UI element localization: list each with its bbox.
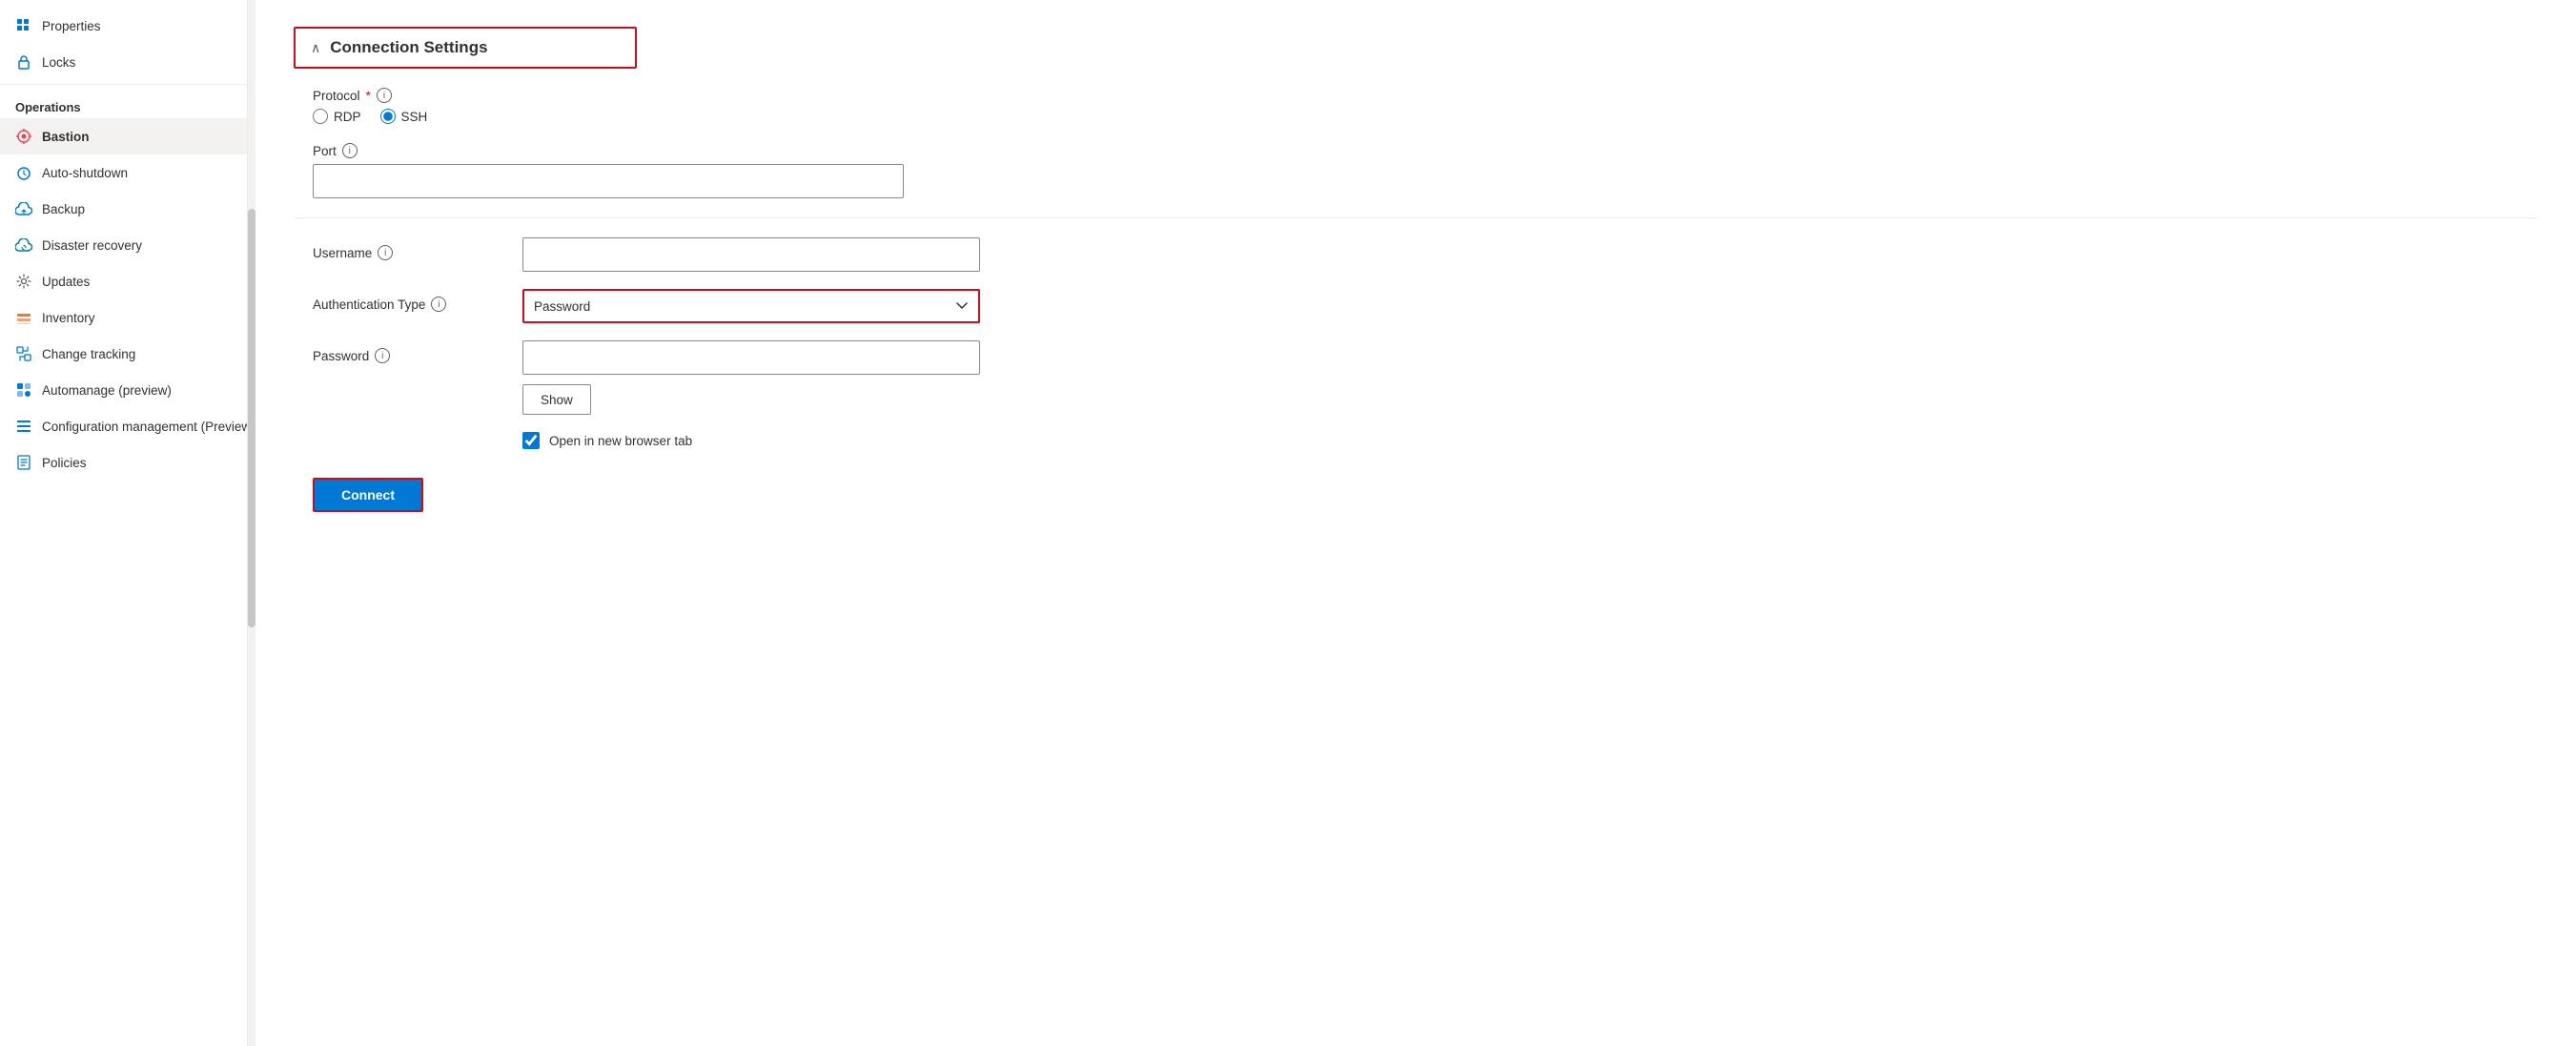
grid-icon [15, 17, 32, 34]
sidebar-item-label: Configuration management (Preview) [42, 420, 248, 434]
auth-type-info-icon[interactable]: i [431, 297, 446, 312]
cloud-backup-icon [15, 200, 32, 217]
target-icon [15, 128, 32, 145]
gear-icon [15, 273, 32, 290]
rdp-radio[interactable] [313, 109, 328, 124]
sidebar-item-label: Inventory [42, 311, 95, 325]
username-input[interactable] [522, 237, 980, 272]
username-field [522, 237, 980, 272]
protocol-radio-group: RDP SSH [313, 109, 2538, 124]
sidebar-item-label: Properties [42, 19, 101, 33]
rdp-radio-option[interactable]: RDP [313, 109, 361, 124]
required-star: * [366, 88, 371, 103]
open-new-tab-row: Open in new browser tab [522, 432, 2538, 449]
password-field: Show [522, 340, 980, 415]
sidebar-item-properties[interactable]: Properties [0, 8, 247, 44]
username-label: Username i [313, 237, 503, 260]
ssh-radio[interactable] [380, 109, 396, 124]
clock-icon [15, 164, 32, 181]
sidebar-item-policies[interactable]: Policies [0, 444, 247, 481]
section-title: Connection Settings [330, 38, 487, 57]
open-new-tab-checkbox[interactable] [522, 432, 540, 449]
password-label: Password i [313, 340, 503, 363]
port-info-icon[interactable]: i [342, 143, 358, 158]
show-password-button[interactable]: Show [522, 384, 591, 415]
protocol-label: Protocol * i [313, 88, 2538, 103]
change-icon [15, 345, 32, 362]
sidebar-item-label: Updates [42, 275, 90, 289]
connect-button-area: Connect [294, 449, 2538, 512]
sidebar-item-auto-shutdown[interactable]: Auto-shutdown [0, 154, 247, 191]
sidebar-item-label: Bastion [42, 130, 90, 144]
sidebar-item-label: Locks [42, 55, 75, 70]
collapse-chevron-icon: ∧ [311, 40, 320, 56]
inventory-icon [15, 309, 32, 326]
sidebar-item-locks[interactable]: Locks [0, 44, 247, 80]
ssh-label: SSH [401, 110, 428, 124]
rdp-label: RDP [334, 110, 361, 124]
sidebar-item-label: Backup [42, 202, 85, 216]
connection-settings-header[interactable]: ∧ Connection Settings [294, 27, 637, 69]
sidebar-item-config-mgmt[interactable]: Configuration management (Preview) [0, 408, 247, 444]
open-new-tab-label: Open in new browser tab [549, 434, 692, 448]
sidebar-item-change-tracking[interactable]: Change tracking [0, 336, 247, 372]
port-label: Port i [313, 143, 2538, 158]
auth-type-select[interactable]: Password SSH Private Key Azure AD [522, 289, 980, 323]
password-row: Password i Show [294, 340, 2538, 415]
automanage-icon [15, 381, 32, 399]
auth-type-label: Authentication Type i [313, 289, 503, 312]
port-input[interactable]: 22 [313, 164, 904, 198]
checkbox-area: Open in new browser tab [503, 432, 2538, 449]
auth-type-dropdown-wrapper: Password SSH Private Key Azure AD [522, 289, 980, 323]
policies-icon [15, 454, 32, 471]
sidebar-item-automanage[interactable]: Automanage (preview) [0, 372, 247, 408]
sidebar-item-disaster-recovery[interactable]: Disaster recovery [0, 227, 247, 263]
password-input[interactable] [522, 340, 980, 375]
sidebar: Properties Locks Operations Bastion [0, 0, 248, 1046]
lock-icon [15, 53, 32, 71]
sidebar-item-label: Automanage (preview) [42, 383, 172, 398]
auth-type-field: Password SSH Private Key Azure AD [522, 289, 980, 323]
username-info-icon[interactable]: i [378, 245, 393, 260]
sidebar-item-label: Change tracking [42, 347, 135, 361]
sidebar-item-label: Auto-shutdown [42, 166, 128, 180]
sidebar-item-updates[interactable]: Updates [0, 263, 247, 299]
port-group: Port i 22 [294, 143, 2538, 198]
main-content: ∧ Connection Settings Protocol * i RDP S… [256, 0, 2576, 1046]
operations-section-label: Operations [0, 89, 247, 118]
sidebar-item-label: Policies [42, 456, 87, 470]
protocol-group: Protocol * i RDP SSH [294, 88, 2538, 124]
password-info-icon[interactable]: i [375, 348, 390, 363]
sidebar-item-inventory[interactable]: Inventory [0, 299, 247, 336]
cloud-recovery-icon [15, 236, 32, 254]
sidebar-item-backup[interactable]: Backup [0, 191, 247, 227]
auth-type-row: Authentication Type i Password SSH Priva… [294, 289, 2538, 323]
sidebar-divider [0, 84, 247, 85]
ssh-radio-option[interactable]: SSH [380, 109, 428, 124]
username-row: Username i [294, 237, 2538, 272]
sidebar-item-label: Disaster recovery [42, 238, 142, 253]
sidebar-item-bastion[interactable]: Bastion [0, 118, 247, 154]
section-divider [294, 217, 2538, 218]
protocol-info-icon[interactable]: i [377, 88, 392, 103]
connect-button[interactable]: Connect [313, 478, 423, 512]
config-icon [15, 418, 32, 435]
